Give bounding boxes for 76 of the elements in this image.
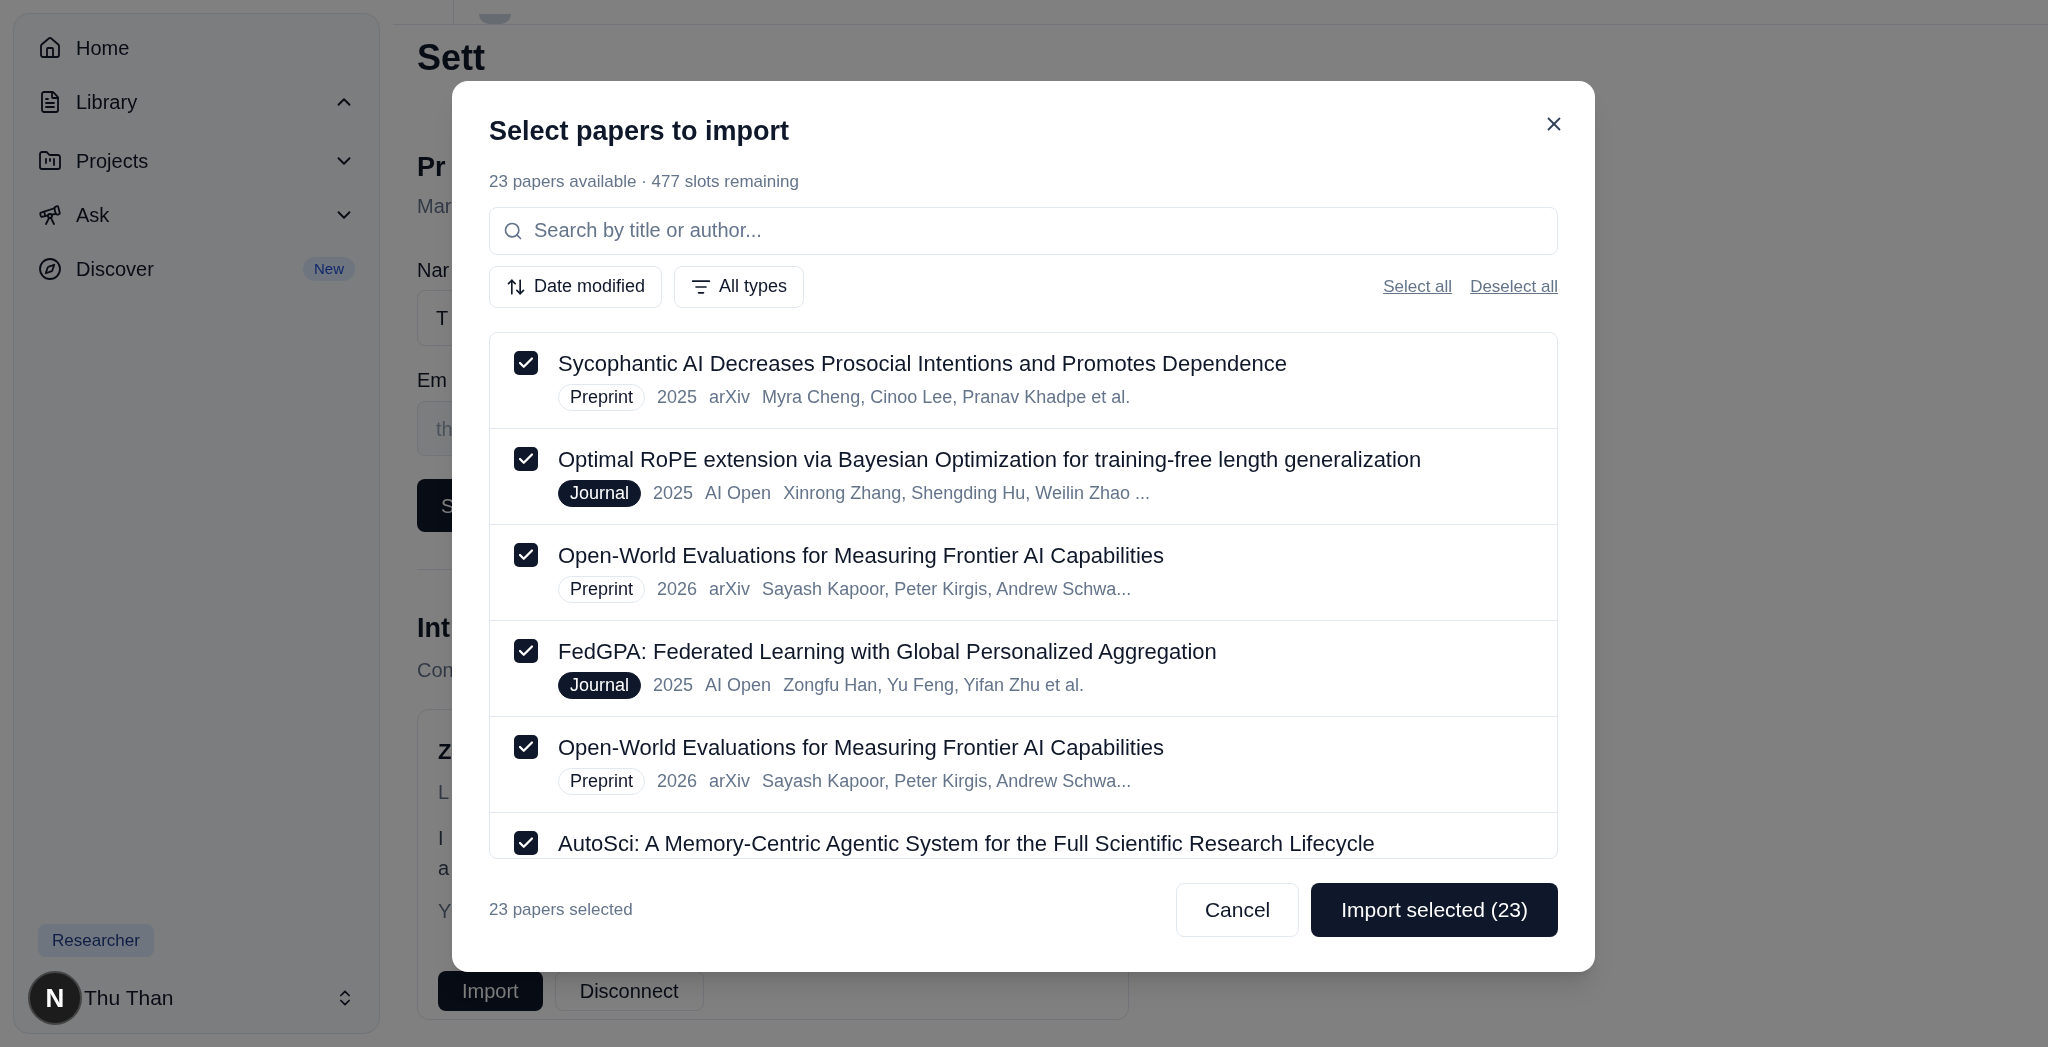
paper-venue: AI Open [705, 481, 772, 505]
sidebar-item[interactable]: Projects [14, 134, 379, 188]
field-label: Em [417, 368, 447, 393]
paper-year: 2025 [657, 385, 698, 409]
paper-title: Open-World Evaluations for Measuring Frontier AI Capabilities [558, 542, 1165, 569]
section-title: Pr [417, 151, 446, 184]
card-text: I [438, 826, 444, 851]
paper-venue: arXiv [709, 769, 751, 793]
paper-title: Sycophantic AI Decreases Prosocial Intentions and Promotes Dependence [558, 350, 1287, 377]
checkbox[interactable] [514, 446, 538, 471]
sidebar-item[interactable]: Discover New [14, 242, 379, 296]
card-text: Y [438, 899, 452, 924]
paper-title: AutoSci: A Memory-Centric Agentic System for the Full Scientific Research Lifecycle [558, 830, 1375, 857]
user-name: Thu Than [84, 985, 175, 1012]
dialog-subtitle: 23 papers available · 477 slots remaining [489, 171, 799, 193]
card-title: Z [438, 738, 452, 766]
dialog-title: Select papers to import [489, 115, 790, 148]
paper-year: 2025 [653, 481, 694, 505]
sort-button[interactable]: Date modified [489, 265, 663, 308]
sidebar-item[interactable]: Ask [14, 188, 379, 242]
paper-row[interactable]: Optimal RoPE extension via Bayesian Optimization for training-free length generalization Journal 2025 AI Open Xinrong Zhang, Shengding Hu, Weilin Zhao ... [490, 428, 1557, 525]
card-text: a [438, 856, 450, 881]
filter-button[interactable]: All types [674, 265, 805, 308]
checkbox[interactable] [514, 638, 538, 663]
role-badge: Researcher [38, 923, 154, 957]
avatar: N [28, 971, 82, 1025]
paper-title: Optimal RoPE extension via Bayesian Optimization for training-free length generalization [558, 446, 1422, 473]
import-button[interactable]: Import [438, 971, 543, 1011]
selection-count: 23 papers selected [489, 898, 634, 921]
paper-row[interactable]: Sycophantic AI Decreases Prosocial Intentions and Promotes Dependence Preprint 2025 arXiv Myra Cheng, Cinoo Lee, Pranav Khadpe et al. [490, 332, 1557, 429]
paper-title: FedGPA: Federated Learning with Global Personalized Aggregation [558, 638, 1217, 665]
type-badge: Journal [558, 479, 642, 507]
paper-year: 2026 [657, 769, 698, 793]
document-icon [38, 90, 62, 114]
search-field[interactable]: Search by title or author... [489, 206, 1558, 255]
paper-title: Open-World Evaluations for Measuring Frontier AI Capabilities [558, 734, 1165, 761]
type-badge: Preprint [558, 575, 646, 603]
page-heading: Sett [417, 38, 485, 78]
type-badge: Preprint [558, 383, 646, 411]
paper-venue: arXiv [709, 577, 751, 601]
paper-year: 2026 [657, 577, 698, 601]
import-selected-button[interactable]: Import selected (23) [1311, 882, 1558, 937]
sidebar-item[interactable]: Library [14, 75, 379, 129]
paper-authors: Sayash Kapoor, Peter Kirgis, Andrew Schwa... [762, 577, 1132, 601]
section-subtitle: Con [417, 658, 454, 683]
type-badge: Preprint [558, 767, 646, 795]
paper-year: 2025 [653, 673, 694, 697]
compass-icon [38, 257, 62, 281]
folder-icon [38, 149, 62, 173]
section-title: Int [417, 612, 450, 645]
paper-row[interactable]: Open-World Evaluations for Measuring Frontier AI Capabilities Preprint 2026 arXiv Sayash Kapoor, Peter Kirgis, Andrew Schwa... [490, 524, 1557, 621]
checkbox[interactable] [514, 350, 538, 375]
checkbox[interactable] [514, 542, 538, 567]
new-badge: New [303, 256, 355, 282]
paper-venue: arXiv [709, 385, 751, 409]
type-badge: Journal [558, 671, 642, 699]
home-icon [38, 36, 62, 60]
section-subtitle: Mar [417, 194, 452, 219]
paper-venue: AI Open [705, 673, 772, 697]
cancel-button[interactable]: Cancel [1175, 882, 1300, 937]
checkbox[interactable] [514, 734, 538, 759]
paper-authors: Zongfu Han, Yu Feng, Yifan Zhu et al. [783, 673, 1084, 697]
deselect-all-link[interactable]: Deselect all [1470, 273, 1558, 300]
paper-row[interactable]: FedGPA: Federated Learning with Global Personalized Aggregation Journal 2025 AI Open Zongfu Han, Yu Feng, Yifan Zhu et al. [490, 620, 1557, 717]
paper-authors: Myra Cheng, Cinoo Lee, Pranav Khadpe et al. [762, 385, 1131, 409]
field-label: Nar [417, 258, 450, 283]
card-subtitle: L [438, 780, 450, 805]
telescope-icon [38, 203, 62, 227]
sidebar-item[interactable]: Home [14, 21, 379, 75]
paper-row[interactable]: Open-World Evaluations for Measuring Frontier AI Capabilities Preprint 2026 arXiv Sayash Kapoor, Peter Kirgis, Andrew Schwa... [490, 716, 1557, 813]
search-icon [503, 220, 523, 241]
user-menu[interactable]: N Thu Than [28, 971, 355, 1025]
paper-authors: Xinrong Zhang, Shengding Hu, Weilin Zhao ... [783, 481, 1151, 505]
checkbox[interactable] [514, 830, 538, 855]
paper-authors: Sayash Kapoor, Peter Kirgis, Andrew Schwa... [762, 769, 1132, 793]
select-all-link[interactable]: Select all [1383, 273, 1453, 300]
